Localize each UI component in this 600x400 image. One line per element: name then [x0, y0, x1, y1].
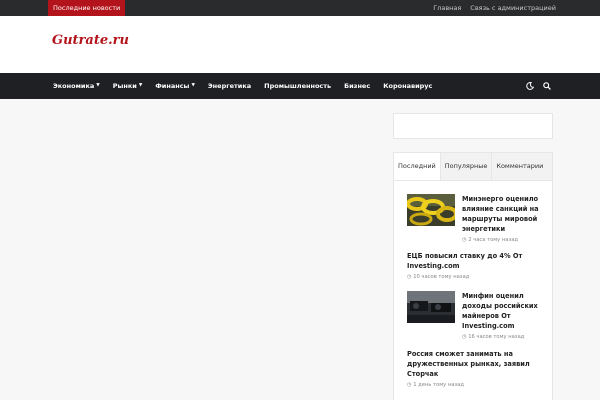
top-links: Главная Связь с администрацией [433, 0, 556, 16]
nav-item-label: Бизнес [344, 82, 371, 90]
post-time: ◷ 16 часов тому назад [462, 334, 525, 340]
post-title[interactable]: Минэнерго оценило влияние санкций на мар… [462, 194, 547, 234]
clock-icon: ◷ [462, 237, 467, 243]
tab-popular[interactable]: Популярные [440, 153, 493, 180]
post-text: Минэнерго оценило влияние санкций на мар… [462, 194, 547, 244]
nav-item-industry[interactable]: Промышленность [264, 73, 331, 99]
nav-item-energy[interactable]: Энергетика [208, 73, 251, 99]
nav-item-finance[interactable]: Финансы ▼ [155, 73, 195, 99]
post-thumbnail[interactable] [407, 291, 455, 323]
clock-icon: ◷ [462, 334, 467, 340]
tab-comments[interactable]: Комментарии [492, 153, 552, 180]
post-title[interactable]: Минфин оценил доходы российских майнеров… [462, 291, 547, 331]
nav-item-label: Экономика [53, 82, 95, 90]
clock-icon: ◷ [407, 382, 412, 388]
moon-icon[interactable] [526, 82, 534, 90]
post-thumbnail[interactable] [407, 194, 455, 226]
post-time: ◷ 1 день тому назад [407, 382, 464, 388]
list-item[interactable]: Минфин оценил доходы российских майнеров… [407, 291, 547, 341]
nav-item-label: Финансы [155, 82, 190, 90]
nav-item-label: Промышленность [264, 82, 332, 90]
post-text: Минфин оценил доходы российских майнеров… [462, 291, 547, 341]
top-bar: Последние новости Главная Связь с админи… [0, 0, 600, 16]
nav-item-label: Коронавирус [383, 82, 433, 90]
nav-item-label: Рынки [112, 82, 137, 90]
nav-item-coronavirus[interactable]: Коронавирус [383, 73, 432, 99]
nav-item-business[interactable]: Бизнес [344, 73, 370, 99]
post-title[interactable]: ЕЦБ повысил ставку до 4% От Investing.co… [407, 251, 547, 271]
nav-item-economy[interactable]: Экономика ▼ [53, 73, 100, 99]
site-header: Gutrate.ru [0, 16, 600, 73]
sidebar-tabs-widget: Последний Популярные Комментарии Минэнер… [393, 152, 553, 400]
caret-down-icon: ▼ [138, 83, 143, 88]
tab-bar: Последний Популярные Комментарии [394, 153, 552, 181]
clock-icon: ◷ [407, 274, 412, 280]
nav-icons [526, 73, 551, 99]
list-item[interactable]: Минэнерго оценило влияние санкций на мар… [407, 194, 547, 244]
post-title[interactable]: Россия сможет занимать на дружественных … [407, 349, 547, 379]
caret-down-icon: ▼ [191, 83, 195, 88]
nav-menu: Экономика ▼ Рынки ▼ Финансы ▼ Энергетика… [53, 73, 432, 99]
nav-item-label: Энергетика [207, 82, 252, 90]
site-logo[interactable]: Gutrate.ru [52, 33, 129, 48]
post-time: ◷ 10 часов тому назад [407, 274, 470, 280]
top-link-home[interactable]: Главная [433, 0, 461, 16]
list-item[interactable]: Россия сможет занимать на дружественных … [407, 349, 547, 389]
sidebar-widget-empty [393, 113, 553, 139]
tab-latest[interactable]: Последний [394, 153, 441, 180]
post-time: ◷ 2 часа тому назад [462, 237, 518, 243]
main-nav: Экономика ▼ Рынки ▼ Финансы ▼ Энергетика… [0, 73, 600, 99]
nav-item-markets[interactable]: Рынки ▼ [113, 73, 143, 99]
search-icon[interactable] [543, 82, 551, 90]
caret-down-icon: ▼ [96, 83, 100, 88]
top-link-contact[interactable]: Связь с администрацией [470, 0, 556, 16]
breaking-news-label[interactable]: Последние новости [48, 0, 126, 16]
list-item[interactable]: ЕЦБ повысил ставку до 4% От Investing.co… [407, 251, 547, 281]
